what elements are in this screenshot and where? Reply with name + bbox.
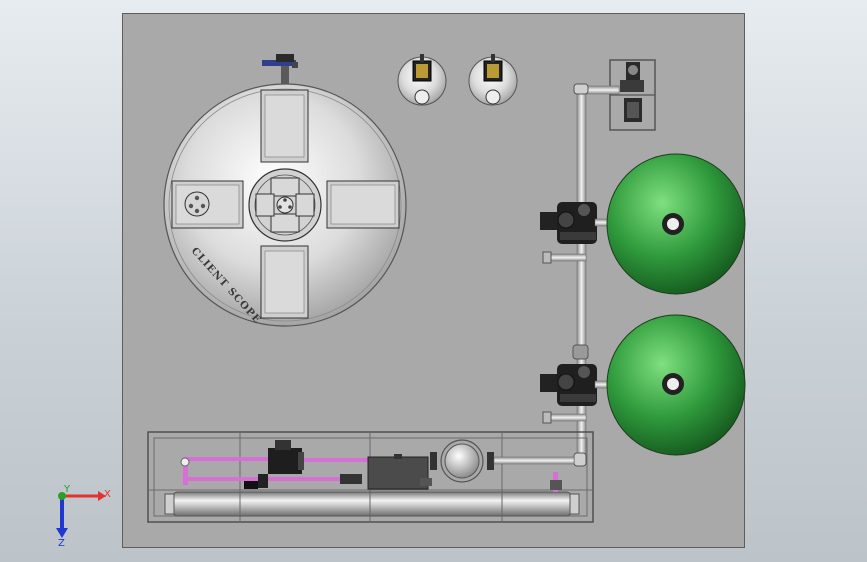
pump-frame[interactable] [609,59,656,131]
lid-top-valve[interactable] [262,54,298,84]
equipment-skid[interactable] [147,431,594,523]
orientation-triad: X Y Z [56,484,111,549]
model-drawing[interactable]: CLIENT SCOPE X Y Z [0,0,867,562]
triad-z-label: Z [58,538,65,549]
triad-z-arrow [56,528,68,538]
tank-lid[interactable]: CLIENT SCOPE [163,54,407,327]
filter-tank-lower[interactable] [606,314,746,456]
triad-x-label: X [104,489,111,500]
filter-tank-upper[interactable] [606,153,746,295]
triad-y-label: Y [63,484,71,495]
piping-right[interactable] [542,83,620,467]
gauge-left[interactable] [397,54,447,106]
cad-viewport[interactable]: CLIENT SCOPE X Y Z [0,0,867,562]
gauge-right[interactable] [468,54,518,106]
